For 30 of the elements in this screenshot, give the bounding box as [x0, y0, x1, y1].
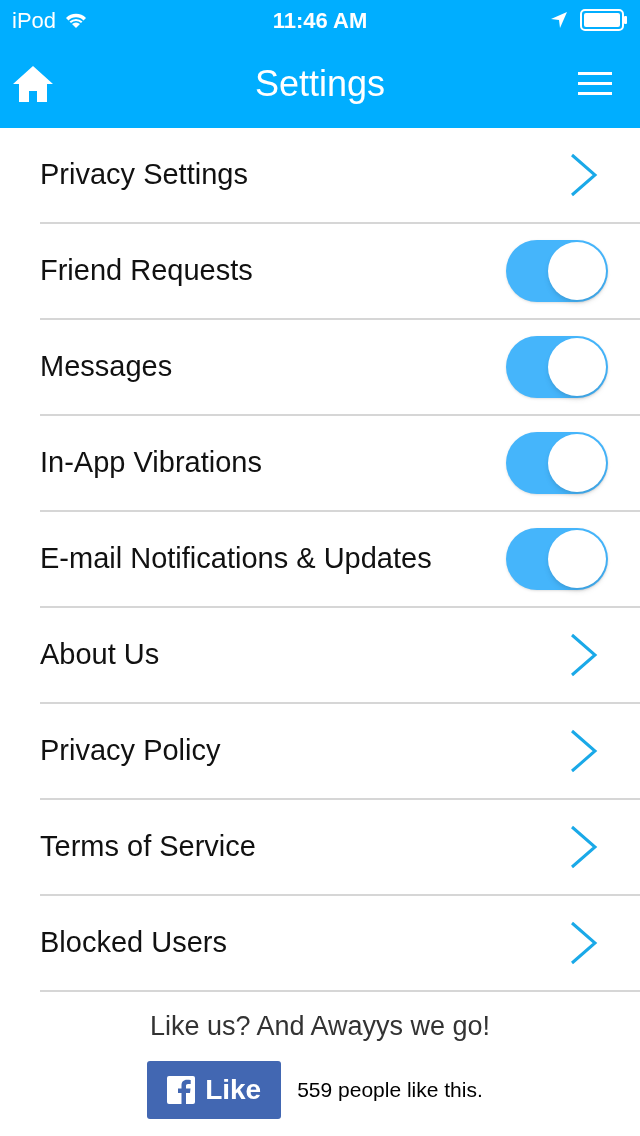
toggle-switch[interactable]: [506, 240, 608, 302]
chevron-icon: [570, 729, 598, 773]
settings-link-row[interactable]: Blocked Users: [40, 896, 640, 992]
tagline-text: Like us? And Awayys we go!: [149, 1010, 491, 1043]
battery-icon: [580, 9, 628, 31]
settings-link-row[interactable]: About Us: [40, 608, 640, 704]
toggle-switch[interactable]: [506, 336, 608, 398]
location-arrow-icon: [550, 11, 568, 29]
toggle-switch[interactable]: [506, 432, 608, 494]
chevron-icon: [570, 921, 598, 965]
row-label: E-mail Notifications & Updates: [40, 541, 432, 577]
settings-link-row[interactable]: Privacy Settings: [40, 128, 640, 224]
home-icon[interactable]: [12, 65, 54, 103]
like-count: 559 people like this.: [297, 1076, 483, 1103]
settings-link-row[interactable]: Privacy Policy: [40, 704, 640, 800]
chevron-icon: [570, 153, 598, 197]
settings-link-row[interactable]: Terms of Service: [40, 800, 640, 896]
row-label: Messages: [40, 349, 173, 385]
menu-icon[interactable]: [578, 72, 612, 96]
page-title: Settings: [254, 62, 386, 106]
chevron-icon: [570, 633, 598, 677]
toggle-switch[interactable]: [506, 528, 608, 590]
row-label: Friend Requests: [40, 253, 253, 289]
row-label: In-App Vibrations: [40, 445, 262, 481]
f-logo-icon: [167, 1075, 196, 1104]
wifi-icon: [64, 11, 89, 29]
chevron-icon: [570, 825, 598, 869]
status-time: 11:46 AM: [272, 6, 368, 35]
carrier-name: iPod: [12, 6, 57, 35]
like-button[interactable]: Like: [147, 1060, 282, 1119]
